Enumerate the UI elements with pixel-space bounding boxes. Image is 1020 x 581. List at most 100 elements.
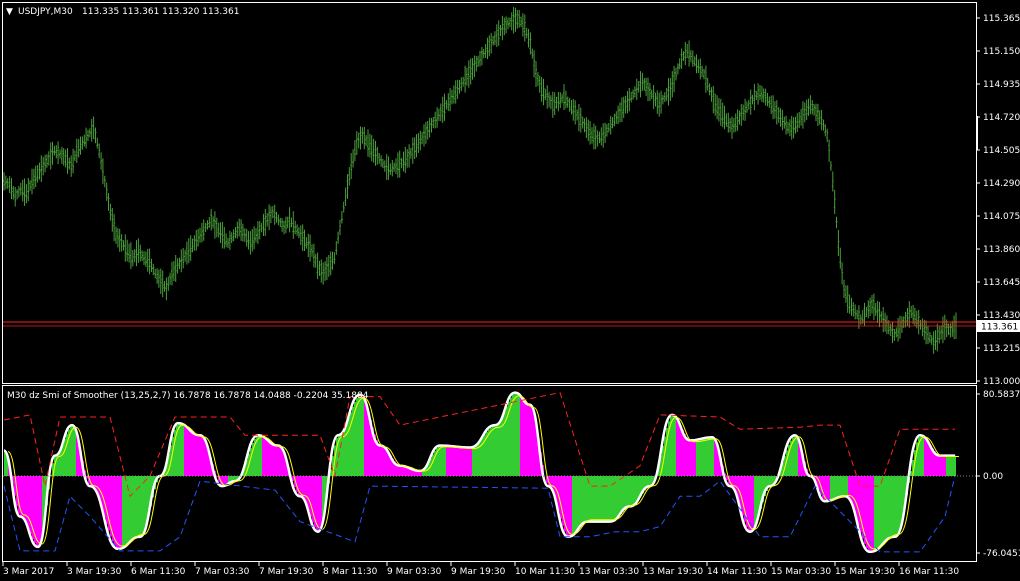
histogram-bar [302, 476, 304, 498]
histogram-bar [364, 399, 366, 476]
histogram-bar [188, 428, 190, 476]
histogram-bar [604, 476, 606, 522]
histogram-bar [570, 476, 572, 537]
histogram-bar [516, 392, 518, 476]
time-tick-label: 10 Mar 11:30 [515, 567, 575, 577]
indicator-tick-label: 80.5837 [983, 390, 1020, 400]
histogram-bar [698, 439, 700, 476]
histogram-bar [952, 455, 954, 476]
histogram-bar [706, 437, 708, 476]
histogram-bar [268, 440, 270, 476]
price-tick-label: 114.505 [983, 146, 1020, 156]
histogram-bar [844, 476, 846, 497]
histogram-bar [378, 444, 380, 476]
histogram-bar [178, 423, 180, 476]
histogram-bar [454, 446, 456, 476]
histogram-bar [692, 440, 694, 476]
histogram-bar [494, 425, 496, 476]
histogram-bar [276, 445, 278, 476]
indicator-tick-label: -76.0451 [983, 549, 1020, 559]
histogram-bar [106, 476, 108, 525]
symbol-header-arrow[interactable]: ▼ [6, 7, 13, 17]
price-bars [3, 7, 957, 354]
histogram-bar [886, 476, 888, 542]
histogram-bar [128, 476, 130, 544]
chart-window[interactable]: 115.365 115.150 114.935 114.720 114.505 114.2… [0, 0, 1020, 581]
histogram-bar [892, 476, 894, 538]
histogram-bar [442, 445, 444, 476]
histogram-bar [362, 396, 364, 476]
price-tick-label: 113.215 [983, 344, 1020, 354]
histogram-bar [898, 476, 900, 533]
histogram-bar [950, 455, 952, 476]
histogram-bar [870, 476, 872, 552]
histogram-bar [584, 476, 586, 524]
histogram-bar [924, 437, 926, 476]
histogram-bar [622, 476, 624, 512]
histogram-bar [948, 455, 950, 476]
histogram-bar [468, 447, 470, 476]
histogram-bar [632, 476, 634, 506]
histogram-bar [688, 439, 690, 476]
chart-shift-marker[interactable] [976, 116, 978, 150]
histogram-bar [186, 426, 188, 476]
histogram-bar [266, 438, 268, 476]
histogram-bar [132, 476, 134, 541]
histogram-bar [524, 400, 526, 476]
histogram-bar [600, 476, 602, 522]
histogram-bar [580, 476, 582, 527]
price-tick-label: 114.075 [983, 212, 1020, 222]
histogram-bar [946, 455, 948, 476]
time-tick-label: 8 Mar 11:30 [323, 567, 378, 577]
histogram-bar [592, 476, 594, 522]
histogram-bar [628, 476, 630, 507]
histogram-bar [578, 476, 580, 530]
histogram-bar [572, 476, 574, 536]
time-tick-label: 15 Mar 03:30 [771, 567, 831, 577]
histogram-bar [710, 437, 712, 476]
histogram-bar [278, 445, 280, 476]
histogram-bar [360, 394, 362, 476]
current-price-label: 113.361 [981, 323, 1018, 333]
histogram-bar [64, 439, 66, 476]
histogram-bar [380, 445, 382, 476]
histogram-bar [22, 476, 24, 518]
histogram-bar [62, 444, 64, 476]
price-tick-label: 114.720 [983, 113, 1020, 123]
histogram-bar [342, 431, 344, 476]
price-tick-label: 113.645 [983, 278, 1020, 288]
histogram-bar [626, 476, 628, 508]
histogram-bar [586, 476, 588, 522]
histogram-bar [36, 476, 38, 546]
time-tick-label: 15 Mar 19:30 [835, 567, 895, 577]
histogram-bar [532, 407, 534, 476]
histogram-bar [754, 476, 756, 527]
histogram-bar [596, 476, 598, 522]
histogram-bar [874, 476, 876, 551]
histogram-bar [936, 453, 938, 476]
histogram-bar [144, 476, 146, 531]
histogram-bar [140, 476, 142, 537]
histogram-bar [696, 439, 698, 476]
histogram-bar [118, 476, 120, 549]
histogram-bar [446, 445, 448, 476]
price-tick-label: 114.290 [983, 179, 1020, 189]
histogram-bar [180, 423, 182, 476]
histogram-bar [196, 434, 198, 476]
histogram-bar [796, 435, 798, 476]
histogram-bar [496, 424, 498, 476]
histogram-bar [262, 436, 264, 476]
histogram-bar [130, 476, 132, 542]
histogram-bar [888, 476, 890, 540]
histogram-bar [794, 435, 796, 476]
time-tick-label: 7 Mar 03:30 [195, 567, 250, 577]
histogram-bar [308, 476, 310, 511]
histogram-bar [310, 476, 312, 517]
histogram-bar [850, 476, 852, 502]
histogram-bar [684, 433, 686, 476]
histogram-bar [560, 476, 562, 519]
histogram-bar [272, 443, 274, 476]
histogram-bar [250, 448, 252, 476]
histogram-bar [612, 476, 614, 522]
histogram-bar [752, 476, 754, 531]
